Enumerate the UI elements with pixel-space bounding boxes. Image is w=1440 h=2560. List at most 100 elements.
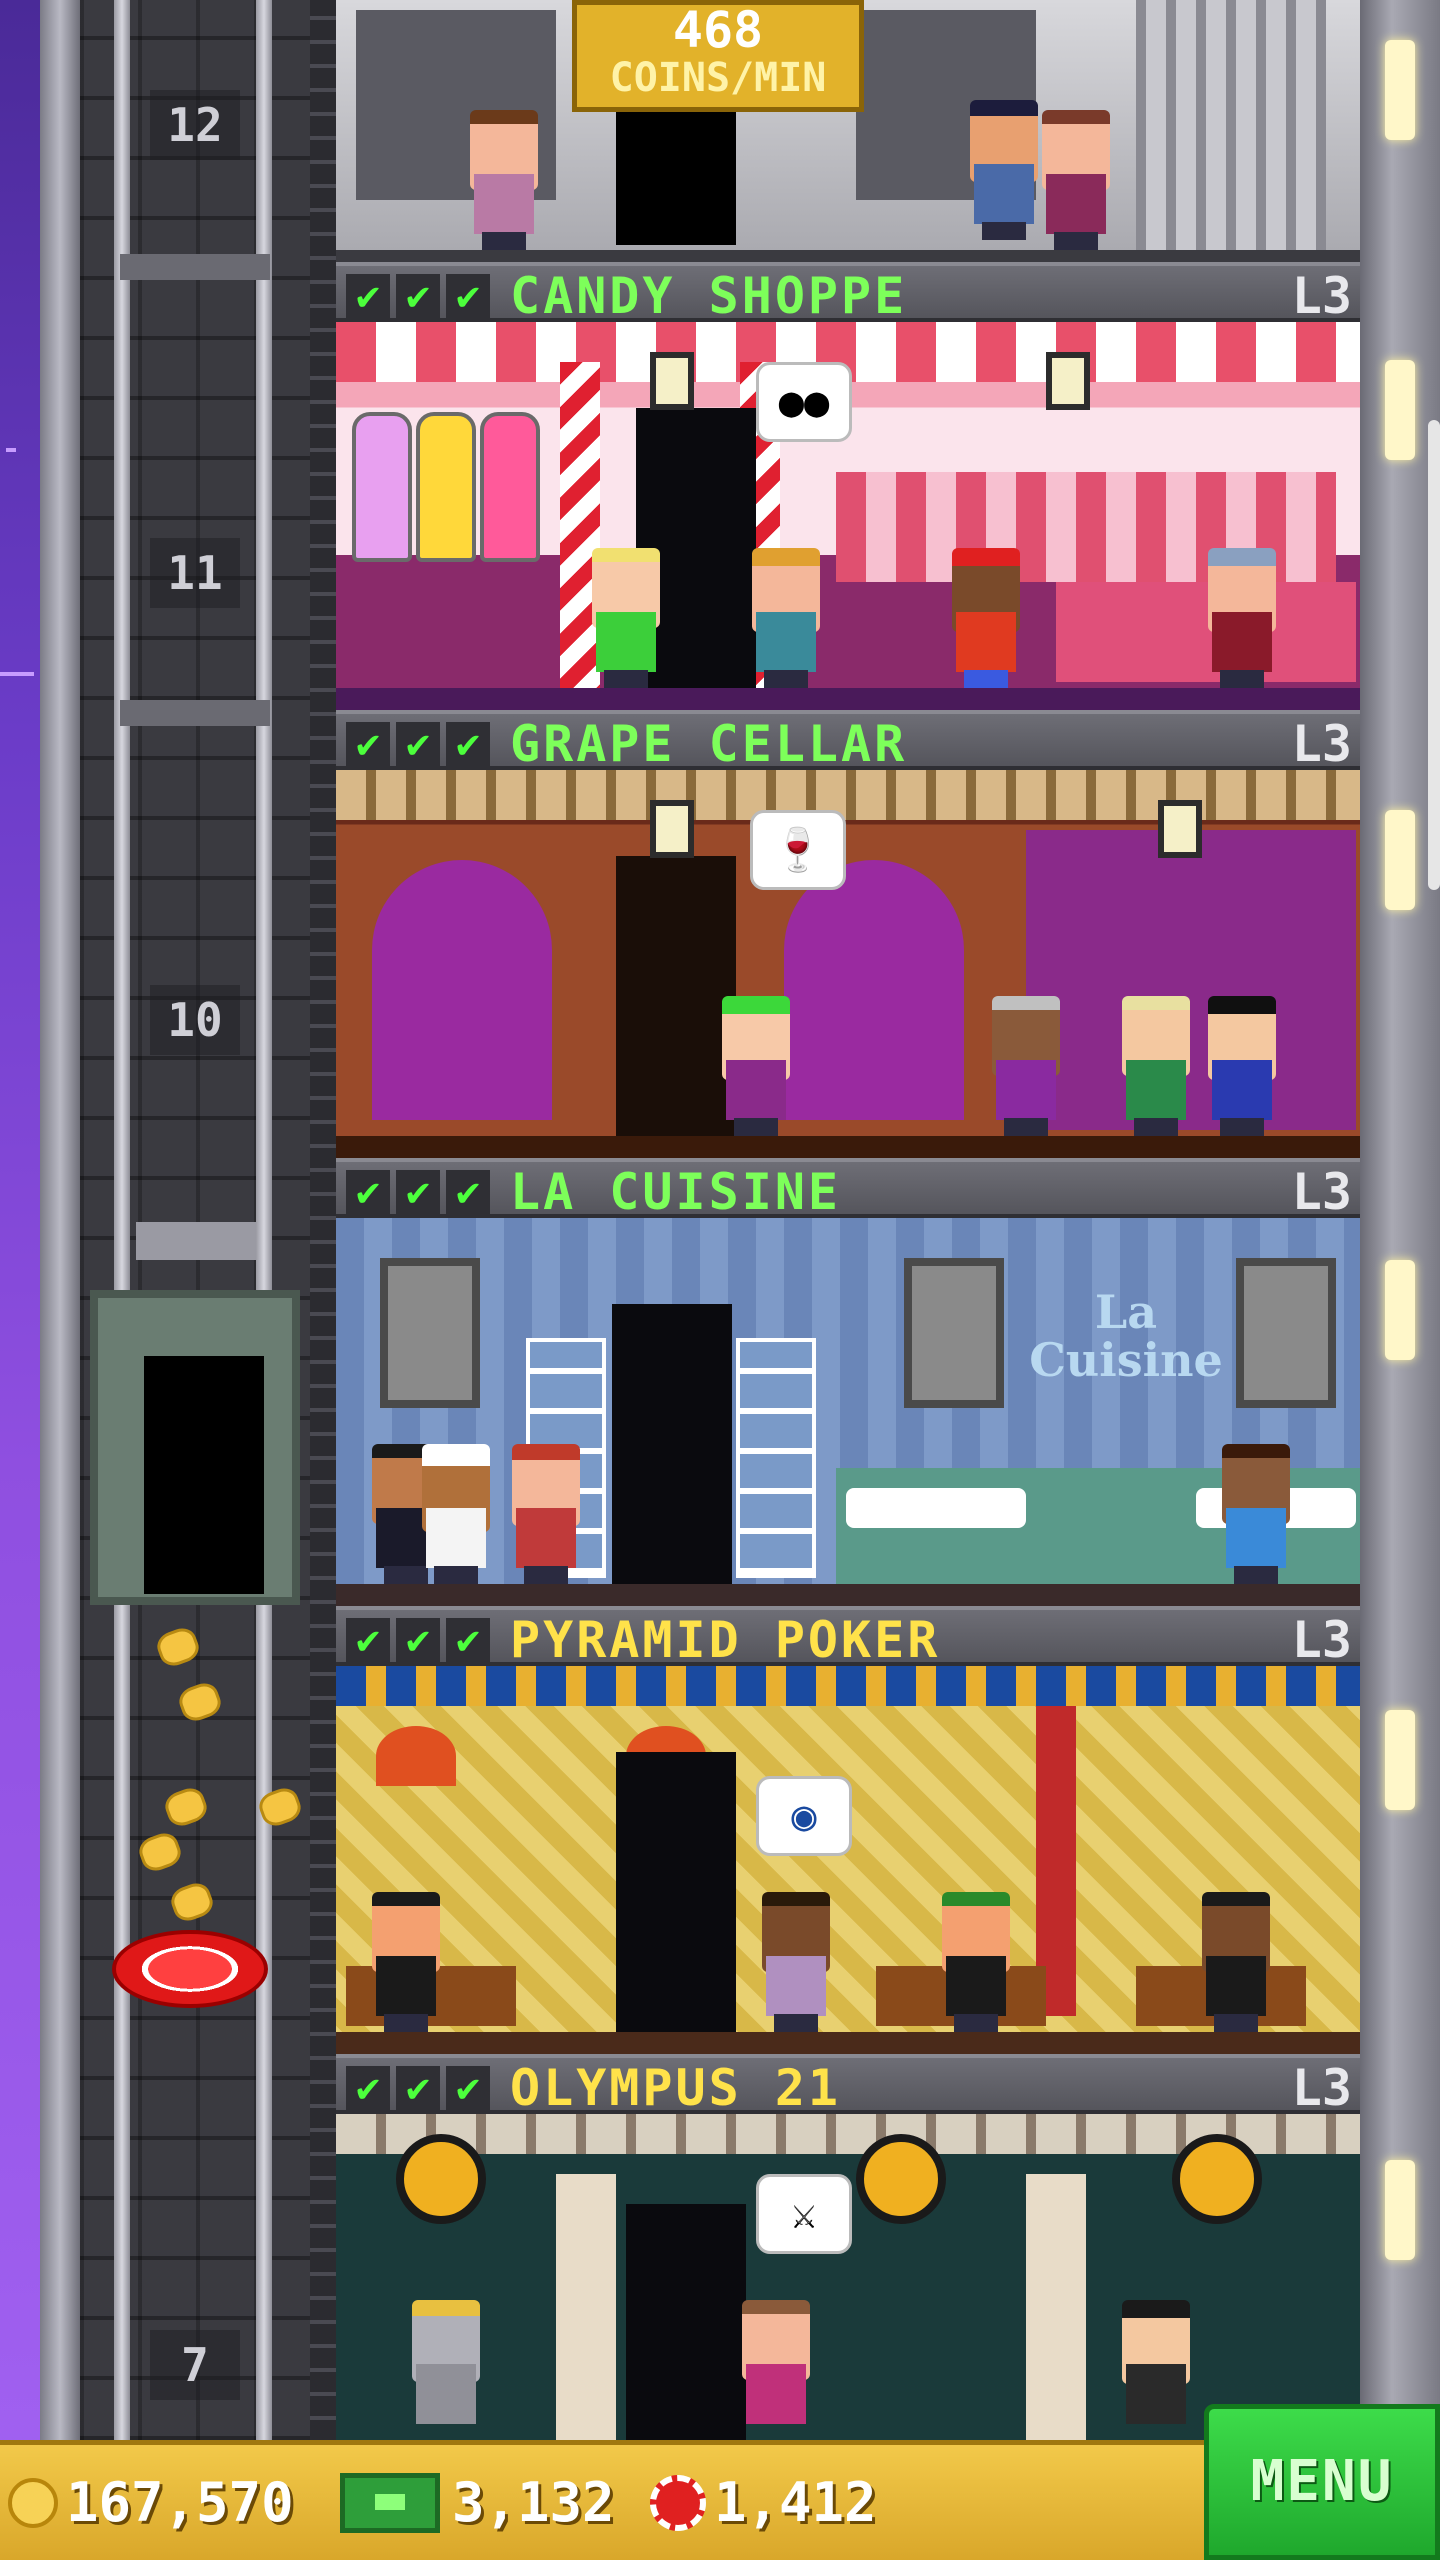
check-icon: ✔ [446,1618,490,1662]
elevator-car[interactable] [90,1290,300,1605]
check-icon: ✔ [446,1170,490,1214]
wall-painting [380,1258,480,1408]
wall-painting [1236,1258,1336,1408]
tower-window [1385,810,1415,910]
check-icon: ✔ [446,274,490,318]
poker-chip-icon [650,2474,706,2531]
shaft-column [310,0,336,2440]
scrollbar[interactable] [1428,420,1440,890]
tower-window [1385,2160,1415,2260]
bitizen[interactable] [736,2300,816,2440]
star-checks: ✔ ✔ ✔ [346,1170,490,1214]
card-suit-medallion [396,2134,486,2224]
floor-header[interactable]: ✔ ✔ ✔ CANDY SHOPPE L3 [336,262,1360,325]
shaft-floor-number-11: 11 [150,538,240,608]
bitizen[interactable] [1202,548,1282,688]
room-door [626,2204,746,2440]
elevator-shaft[interactable] [80,0,310,2440]
sky-star [6,448,16,452]
coin-icon [8,2477,58,2528]
bitizen[interactable] [1036,110,1116,250]
candy-icon: ●● [756,362,852,442]
coins-stat: 167,570 [8,2445,294,2560]
floor-pyramid-poker[interactable]: ✔ ✔ ✔ PYRAMID POKER L3 ◉ [336,1606,1360,2054]
bitizen[interactable] [1202,996,1282,1136]
french-window [736,1338,816,1578]
bitizen-chef[interactable] [416,1444,496,1584]
coins-per-min-value: 468 [672,1,764,59]
bitizen[interactable] [1196,1892,1276,2032]
floor-grape-cellar[interactable]: ✔ ✔ ✔ GRAPE CELLAR L3 🍷 [336,710,1360,1158]
wood-beams [336,770,1360,820]
la-cuisine-sign: La Cuisine [1029,1285,1223,1387]
bux-value: 3,132 [452,2471,615,2534]
bux-icon [340,2472,440,2533]
lantern-icon [1158,800,1202,858]
bitizen[interactable] [746,548,826,688]
bitizen[interactable] [506,1444,586,1584]
egyptian-border [336,1666,1360,1706]
bitizen-viking[interactable] [1116,2300,1196,2440]
check-icon: ✔ [396,722,440,766]
floorboard [336,1584,1360,1606]
floor-level: L3 [1291,2059,1352,2117]
sky-star [0,672,34,676]
star-checks: ✔ ✔ ✔ [346,722,490,766]
tower-window [1385,360,1415,460]
grape-cellar-room: 🍷 [336,770,1360,1158]
floor-la-cuisine[interactable]: ✔ ✔ ✔ LA CUISINE L3 La Cuisine [336,1158,1360,1606]
room-door [616,1752,736,2032]
bitizen-police[interactable] [964,100,1044,240]
tower-window [1385,1260,1415,1360]
floorboard [336,250,1360,262]
dining-table [846,1488,1026,1528]
floor-header[interactable]: ✔ ✔ ✔ PYRAMID POKER L3 [336,1606,1360,1669]
bitizen[interactable] [716,996,796,1136]
bitizen[interactable] [756,1892,836,2032]
bitizen-clown[interactable] [946,548,1026,688]
tower-window [1385,1710,1415,1810]
star-checks: ✔ ✔ ✔ [346,1618,490,1662]
chips-stat: 1,412 [650,2445,877,2560]
shaft-rail [114,0,130,2440]
chips-value: 1,412 [714,2471,877,2534]
bitizen[interactable] [586,548,666,688]
floor-header[interactable]: ✔ ✔ ✔ OLYMPUS 21 L3 [336,2054,1360,2117]
wine-rack-arch [372,860,552,1120]
floorboard [336,1136,1360,1158]
bitizen[interactable] [936,1892,1016,2032]
greek-column [1026,2174,1086,2440]
floor-olympus-21[interactable]: ✔ ✔ ✔ OLYMPUS 21 L3 ⚔ [336,2054,1360,2440]
bitizen[interactable] [1116,996,1196,1136]
floor-level: L3 [1291,1611,1352,1669]
room-door [616,110,736,245]
bitizen[interactable] [464,110,544,250]
floor-header[interactable]: ✔ ✔ ✔ LA CUISINE L3 [336,1158,1360,1221]
bitizen-robot[interactable] [406,2300,486,2440]
coins-value: 167,570 [66,2471,294,2534]
shaft-floor-number-12: 12 [150,90,240,160]
viking-helmet-icon: ⚔ [756,2174,852,2254]
card-suit-medallion [856,2134,946,2224]
bitizen[interactable] [986,996,1066,1136]
wall-painting [904,1258,1004,1408]
floor-name: LA CUISINE [510,1163,842,1221]
tower-outer-wall [40,0,80,2440]
menu-button[interactable]: MENU [1204,2404,1440,2560]
floor-name: GRAPE CELLAR [510,715,908,773]
candy-jar [416,412,476,562]
star-checks: ✔ ✔ ✔ [346,274,490,318]
tower-window [1385,40,1415,140]
floor-candy-shoppe[interactable]: ✔ ✔ ✔ CANDY SHOPPE L3 ●● [336,262,1360,710]
bitizen[interactable] [1216,1444,1296,1584]
poker-chip-icon: ◉ [756,1776,852,1856]
wine-rack-arch [784,860,964,1120]
lantern-icon [1046,352,1090,410]
candy-shoppe-room: ●● [336,322,1360,710]
check-icon: ✔ [446,2066,490,2110]
floor-header[interactable]: ✔ ✔ ✔ GRAPE CELLAR L3 [336,710,1360,773]
floor-name: CANDY SHOPPE [510,267,908,325]
pyramid-poker-room: ◉ [336,1666,1360,2054]
bitizen[interactable] [366,1892,446,2032]
check-icon: ✔ [396,1618,440,1662]
